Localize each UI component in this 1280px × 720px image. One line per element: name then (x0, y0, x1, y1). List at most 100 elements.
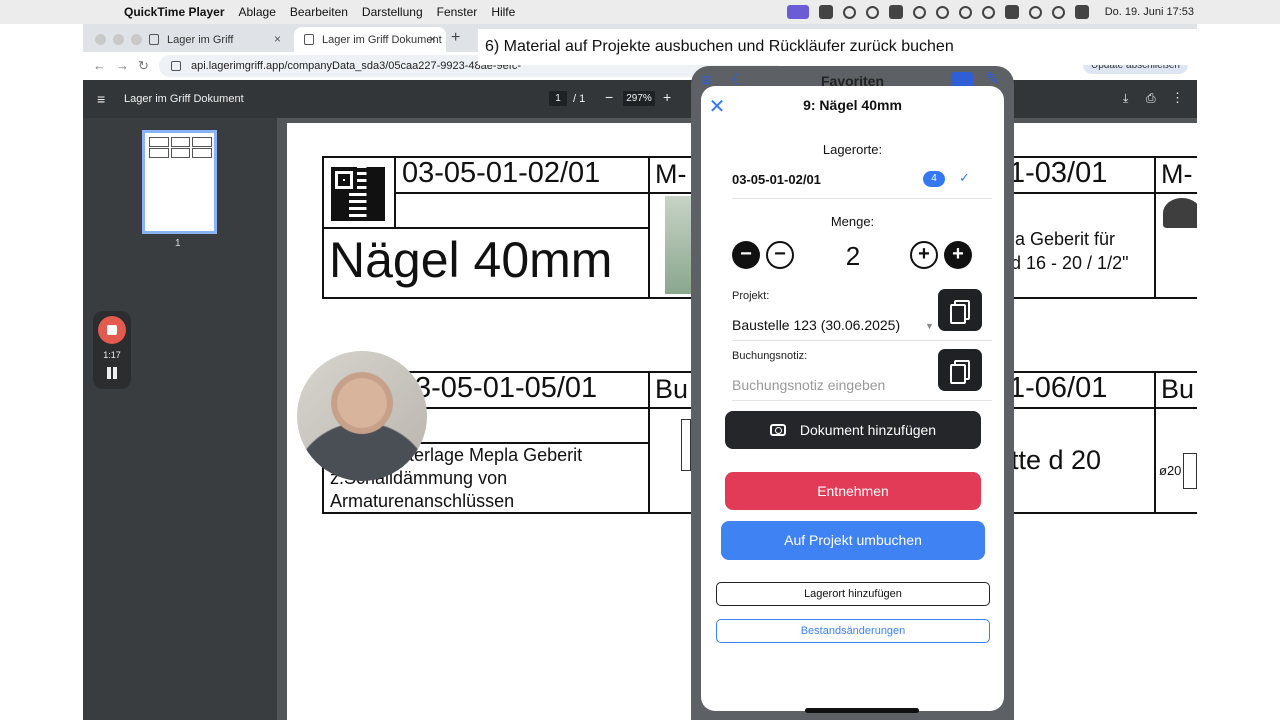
tab-label: Lager im Griff Dokument (322, 33, 442, 46)
pause-icon[interactable] (106, 367, 118, 379)
webcam-overlay (297, 351, 427, 481)
page-thumbnail[interactable] (142, 130, 217, 234)
tab-doc-icon (304, 34, 314, 45)
label-code: 1-06/01 (1009, 372, 1108, 404)
minimize-window-icon[interactable] (113, 34, 124, 45)
search-icon[interactable] (1051, 5, 1065, 19)
status-area: Do. 19. Juni 17:53 (786, 0, 1194, 24)
technical-drawing (1183, 453, 1197, 489)
menu-ablage[interactable]: Ablage (239, 5, 276, 19)
add-location-button[interactable]: Lagerort hinzufügen (716, 582, 990, 606)
menu-hilfe[interactable]: Hilfe (491, 5, 515, 19)
label-code: 03-05-01-02/01 (402, 157, 601, 189)
control-center-icon[interactable] (1074, 5, 1089, 19)
tab-doc-icon (149, 34, 159, 45)
stop-recording-button[interactable] (98, 316, 126, 344)
thumbnail-sidebar: 1 1:17 (83, 118, 277, 720)
label-code-cut: Bu (655, 374, 689, 404)
reload-icon[interactable]: ↻ (138, 58, 149, 74)
video-caption: 6) Material auf Projekte ausbuchen und R… (478, 29, 1197, 65)
zoom-in-icon[interactable]: + (663, 89, 671, 105)
cloud-icon[interactable] (888, 5, 903, 19)
new-tab-icon[interactable]: + (451, 29, 460, 47)
take-out-button[interactable]: Entnehmen (725, 472, 981, 510)
menu-app-name[interactable]: QuickTime Player (124, 5, 225, 19)
increment-large-button[interactable]: + (944, 241, 972, 269)
page-number-input[interactable]: 1 (549, 91, 567, 106)
forward-icon[interactable]: → (116, 58, 129, 73)
pdf-toolbar: ≡ Lager im Griff Dokument 1 / 1 − 297% +… (83, 80, 1197, 118)
menu-icon[interactable]: ≡ (97, 91, 105, 107)
pdf-title: Lager im Griff Dokument (124, 93, 244, 105)
wifi-icon[interactable] (1028, 5, 1042, 19)
print-icon[interactable]: ⎙ (1146, 91, 1156, 106)
battery-icon[interactable] (1004, 5, 1019, 19)
thumbnail-number: 1 (175, 238, 181, 249)
app-status-icon[interactable] (818, 5, 833, 19)
zoom-out-icon[interactable]: − (605, 89, 613, 105)
notiz-input[interactable]: Buchungsnotiz eingeben (732, 377, 885, 393)
increment-button[interactable]: + (910, 241, 938, 269)
label-code-cut: Bu (1161, 374, 1195, 404)
tab-label: Lager im Griff (167, 33, 234, 46)
download-icon[interactable]: ⤓ (1123, 91, 1128, 106)
camera-icon (769, 424, 786, 436)
checkmark-icon: ✓ (959, 170, 970, 185)
close-window-icon[interactable] (95, 34, 106, 45)
screen-record-icon[interactable] (786, 5, 809, 19)
label-name: Nägel 40mm (329, 232, 613, 288)
label-code: 1-03/01 (1009, 157, 1108, 189)
site-info-icon[interactable] (171, 61, 181, 71)
stock-changes-button[interactable]: Bestandsänderungen (716, 619, 990, 643)
recording-time: 1:17 (103, 350, 121, 360)
close-icon[interactable]: × (429, 32, 436, 46)
label-text: la Geberit für (1011, 229, 1116, 249)
label-text: d 16 - 20 / 1/2" (1011, 253, 1129, 273)
rebook-project-button[interactable]: Auf Projekt umbuchen (721, 521, 985, 560)
more-options-icon[interactable]: ⋮ (1171, 90, 1184, 106)
dimension-label: ø20 (1159, 463, 1182, 478)
play-icon[interactable] (935, 5, 949, 19)
chevron-down-icon[interactable]: ▼ (925, 321, 934, 331)
vpn-icon[interactable] (842, 5, 856, 19)
booking-sheet: ✕ 9: Nägel 40mm Lagerorte: 03-05-01-02/0… (701, 86, 1004, 713)
copy-project-button[interactable] (938, 289, 982, 331)
phone-mirror: ≡ ☾ Favoriten ✎ ✕ 9: Nägel 40mm Lagerort… (691, 66, 1014, 720)
desktop-left (0, 24, 83, 720)
quantity-value[interactable]: 2 (821, 241, 885, 272)
close-icon[interactable]: × (274, 32, 281, 46)
sheet-title: 9: Nägel 40mm (803, 97, 902, 113)
menu-bearbeiten[interactable]: Bearbeiten (290, 5, 348, 19)
history-icon[interactable] (981, 5, 995, 19)
menu-bar: QuickTime Player Ablage Bearbeiten Darst… (0, 0, 1280, 24)
location-value[interactable]: 03-05-01-02/01 (732, 172, 821, 187)
menu-darstellung[interactable]: Darstellung (362, 5, 423, 19)
menu-fenster[interactable]: Fenster (437, 5, 478, 19)
tab-lager-im-griff-dokument[interactable]: Lager im Griff Dokument × (294, 27, 446, 52)
sync-icon[interactable] (865, 5, 879, 19)
notiz-label: Buchungsnotiz: (732, 350, 808, 362)
browser-window: Lager im Griff × Lager im Griff Dokument… (83, 24, 1197, 720)
label-text: nterlage Mepla Geberit (399, 445, 583, 465)
headphones-icon[interactable] (958, 5, 972, 19)
datetime[interactable]: Do. 19. Juni 17:53 (1105, 6, 1194, 18)
copy-note-button[interactable] (938, 349, 982, 391)
projekt-label: Projekt: (732, 290, 770, 302)
location-count-badge: 4 (923, 171, 945, 187)
decrement-button[interactable]: − (766, 241, 794, 269)
add-document-label: Dokument hinzufügen (799, 422, 937, 438)
home-indicator (805, 708, 919, 713)
projekt-select[interactable]: Baustelle 123 (30.06.2025) (732, 317, 900, 333)
window-controls (95, 34, 142, 45)
add-document-button[interactable]: Dokument hinzufügen (725, 411, 981, 449)
decrement-large-button[interactable]: − (732, 241, 760, 269)
menge-label: Menge: (830, 214, 875, 229)
label-code-cut: M- (1161, 159, 1193, 189)
label-code-cut: M- (655, 159, 687, 189)
zoom-input[interactable]: 297% (623, 91, 655, 106)
tab-lager-im-griff[interactable]: Lager im Griff × (139, 27, 291, 52)
page-total: / 1 (573, 93, 586, 105)
back-icon[interactable]: ← (93, 58, 106, 73)
label-text: tte d 20 (1011, 445, 1102, 475)
clock-icon[interactable] (912, 5, 926, 19)
